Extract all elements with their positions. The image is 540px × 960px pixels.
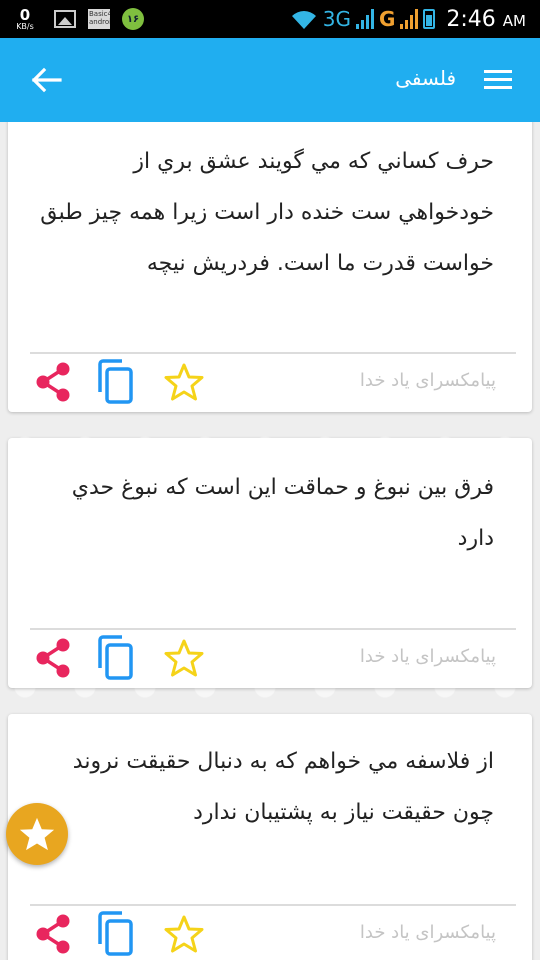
message-source: پیامکسرای یاد خدا (359, 370, 496, 391)
star-outline-icon (164, 915, 204, 953)
status-right: 3G G 2:46 AM (290, 4, 526, 34)
share-button[interactable] (34, 636, 72, 680)
back-button[interactable] (26, 60, 66, 100)
copy-icon (98, 911, 133, 956)
net-speed-value: 0 (19, 5, 31, 24)
signal-bars-icon-2 (400, 9, 419, 29)
message-text: فرق بين نبوغ و حماقت اين است که نبوغ حدي… (71, 475, 494, 551)
net-speed-unit: KB/s (16, 21, 34, 31)
gallery-notification-icon (54, 10, 76, 28)
app-bar: فلسفی (0, 38, 540, 122)
favorite-button[interactable] (164, 636, 204, 680)
status-bar: 0 KB/s Basic4 android ۱۶ 3G G 2:46 AM (0, 0, 540, 38)
copy-icon (98, 635, 133, 680)
message-list[interactable]: حرف کساني که مي گويند عشق بري از خودخواه… (0, 122, 540, 960)
copy-icon (98, 359, 133, 404)
share-icon (36, 638, 70, 678)
favorite-button[interactable] (164, 360, 204, 404)
star-outline-icon (164, 639, 204, 677)
star-outline-icon (164, 363, 204, 401)
star-filled-icon (19, 817, 55, 851)
signal-bars-icon-1 (355, 9, 374, 29)
clock-time: 2:46 (446, 6, 496, 32)
card-actions: پیامکسرای یاد خدا (8, 354, 532, 414)
basic4android-notification-icon: Basic4 android (88, 9, 110, 29)
favorite-button[interactable] (164, 912, 204, 956)
page-title: فلسفی (395, 66, 456, 90)
favorites-fab-button[interactable] (6, 803, 68, 865)
message-source: پیامکسرای یاد خدا (359, 922, 496, 943)
card-actions: پیامکسرای یاد خدا (8, 630, 532, 690)
share-button[interactable] (34, 912, 72, 956)
message-text: از فلاسفه مي خواهم که به دنبال حقيقت نرو… (72, 749, 494, 825)
network-type-3g: 3G (322, 7, 351, 31)
card-actions: پیامکسرای یاد خدا (8, 906, 532, 960)
hamburger-menu-icon (484, 70, 512, 73)
battery-icon (423, 9, 436, 29)
message-card: حرف کساني که مي گويند عشق بري از خودخواه… (8, 122, 532, 412)
net-speed-indicator: 0 KB/s (8, 5, 42, 31)
message-card: از فلاسفه مي خواهم که به دنبال حقيقت نرو… (8, 714, 532, 960)
clock-ampm: AM (502, 11, 526, 30)
menu-button[interactable] (480, 64, 516, 96)
notification-count-badge: ۱۶ (122, 8, 144, 30)
message-card: فرق بين نبوغ و حماقت اين است که نبوغ حدي… (8, 438, 532, 688)
network-type-g: G (378, 7, 396, 31)
share-button[interactable] (34, 360, 72, 404)
arrow-left-icon (31, 67, 62, 93)
share-icon (36, 362, 70, 402)
message-text: حرف کساني که مي گويند عشق بري از خودخواه… (40, 149, 494, 276)
status-clock: 2:46 AM (446, 7, 526, 32)
copy-button[interactable] (96, 634, 136, 682)
share-icon (36, 914, 70, 954)
wifi-icon (291, 11, 316, 29)
copy-button[interactable] (96, 358, 136, 406)
copy-button[interactable] (96, 910, 136, 958)
status-left: 0 KB/s Basic4 android ۱۶ (8, 4, 144, 34)
message-source: پیامکسرای یاد خدا (359, 646, 496, 667)
